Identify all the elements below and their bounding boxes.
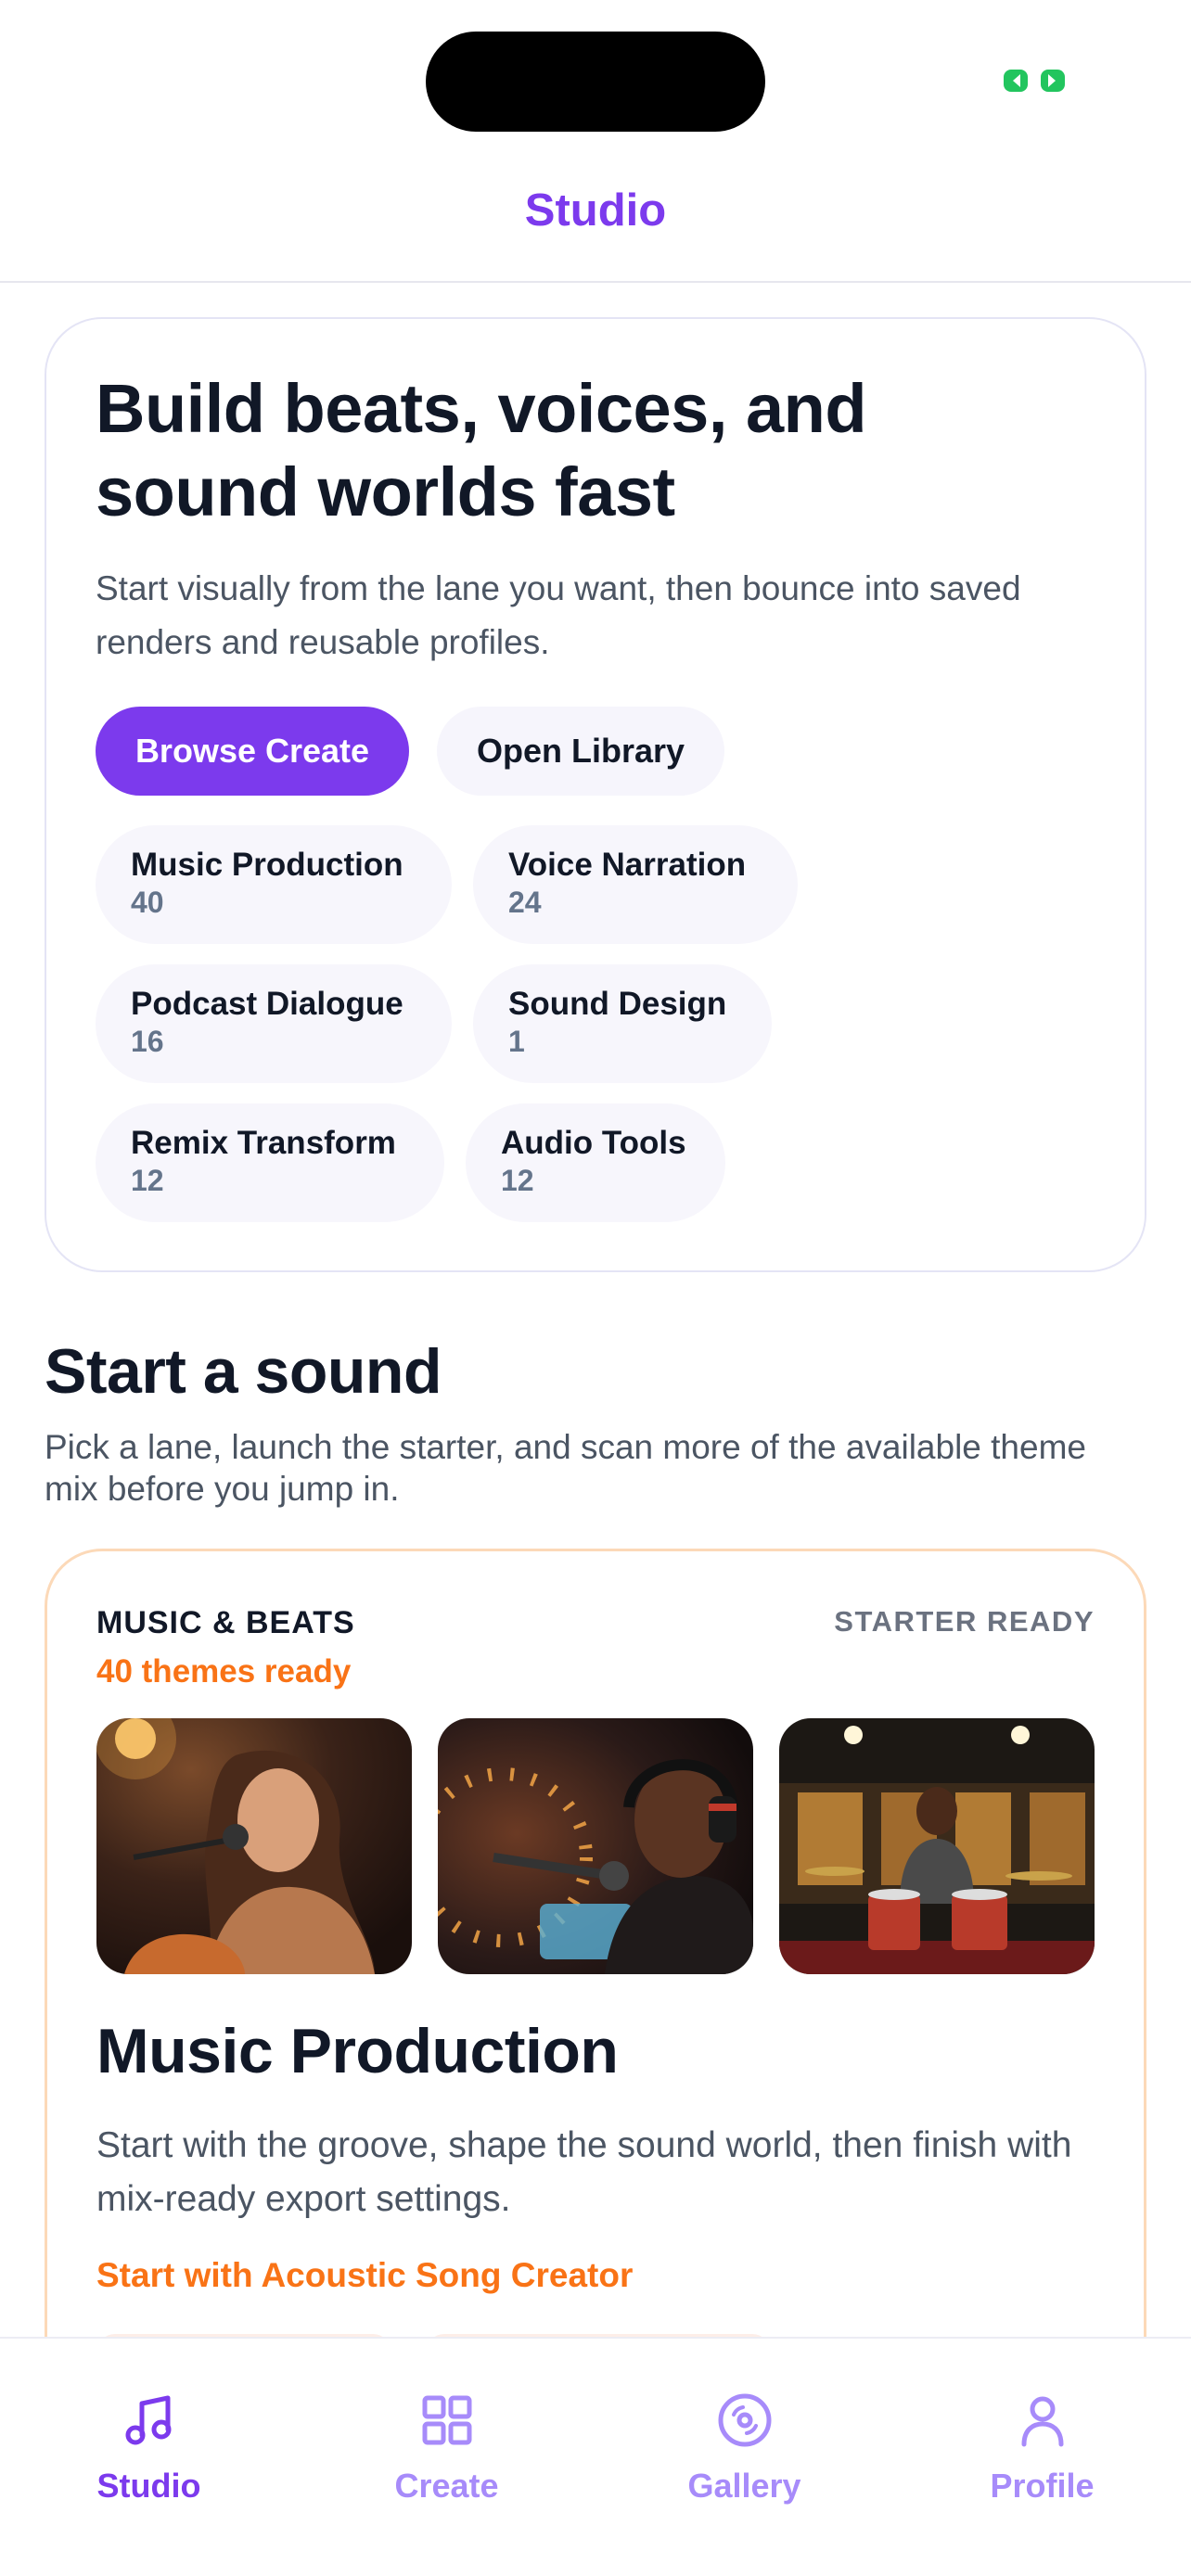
- browse-create-button[interactable]: Browse Create: [96, 707, 409, 796]
- singer-headphones-image: [438, 1718, 753, 1974]
- tab-label: Gallery: [687, 2467, 801, 2505]
- chip-count: 1: [508, 1025, 525, 1058]
- lane-status-badge: STARTER READY: [834, 1605, 1095, 1638]
- tab-label: Profile: [990, 2467, 1095, 2505]
- chip-label: Podcast Dialogue: [131, 986, 403, 1022]
- start-acoustic-song-link[interactable]: Start with Acoustic Song Creator: [96, 2256, 633, 2295]
- lane-title: Music Production: [96, 2016, 619, 2086]
- chip-label: Music Production: [131, 847, 403, 883]
- chip-label: Voice Narration: [508, 847, 747, 883]
- chip-count: 24: [508, 886, 542, 919]
- disc-icon: [718, 2393, 771, 2447]
- chip-label: Remix Transform: [131, 1125, 396, 1161]
- dynamic-island: [426, 32, 765, 132]
- thumbnail-singer-guitar[interactable]: [96, 1718, 412, 1974]
- section-subtitle: Pick a lane, launch the starter, and sca…: [45, 1428, 1086, 1508]
- chip-count: 16: [131, 1025, 164, 1058]
- category-chip-sound-design[interactable]: Sound Design 1: [473, 964, 772, 1083]
- category-chip-music-production[interactable]: Music Production 40: [96, 825, 452, 944]
- category-chip-podcast-dialogue[interactable]: Podcast Dialogue 16: [96, 964, 452, 1083]
- lane-kicker: MUSIC & BEATS: [96, 1605, 355, 1640]
- category-chip-voice-narration[interactable]: Voice Narration 24: [473, 825, 798, 944]
- tab-label: Create: [394, 2467, 499, 2505]
- tab-label: Studio: [96, 2467, 201, 2505]
- app-header: Studio: [0, 139, 1191, 283]
- hero-card: Build beats, voices, and sound worlds fa…: [45, 317, 1146, 1272]
- tab-studio[interactable]: Studio: [0, 2339, 298, 2524]
- chip-count: 12: [501, 1164, 534, 1197]
- category-chip-audio-tools[interactable]: Audio Tools 12: [466, 1103, 725, 1222]
- tab-create[interactable]: Create: [298, 2339, 596, 2524]
- drummer-studio-image: [779, 1718, 1095, 1974]
- singer-guitar-image: [96, 1718, 412, 1974]
- thumbnail-singer-headphones[interactable]: [438, 1718, 753, 1974]
- lane-description: Start with the groove, shape the sound w…: [96, 2125, 1072, 2219]
- status-bar: [0, 0, 1191, 139]
- hero-description: Start visually from the lane you want, t…: [96, 569, 1021, 661]
- tab-bar: Studio Create Gallery Profile: [0, 2337, 1191, 2576]
- music-note-icon: [125, 2395, 171, 2445]
- chip-label: Audio Tools: [501, 1125, 686, 1161]
- hero-title: Build beats, voices, and sound worlds fa…: [96, 370, 867, 530]
- chip-count: 40: [131, 886, 164, 919]
- tab-gallery[interactable]: Gallery: [596, 2339, 893, 2524]
- grid-icon: [422, 2395, 471, 2445]
- thumbnail-drummer-studio[interactable]: [779, 1718, 1095, 1974]
- chip-count: 12: [131, 1164, 164, 1197]
- person-icon: [1021, 2396, 1063, 2447]
- section-title: Start a sound: [45, 1336, 442, 1407]
- open-library-button[interactable]: Open Library: [437, 707, 724, 796]
- tab-profile[interactable]: Profile: [893, 2339, 1191, 2524]
- lane-themes-count: 40 themes ready: [96, 1653, 352, 1690]
- chip-label: Sound Design: [508, 986, 727, 1022]
- category-chip-remix-transform[interactable]: Remix Transform 12: [96, 1103, 444, 1222]
- page-title: Studio: [524, 185, 667, 236]
- battery-icon: [1004, 70, 1065, 92]
